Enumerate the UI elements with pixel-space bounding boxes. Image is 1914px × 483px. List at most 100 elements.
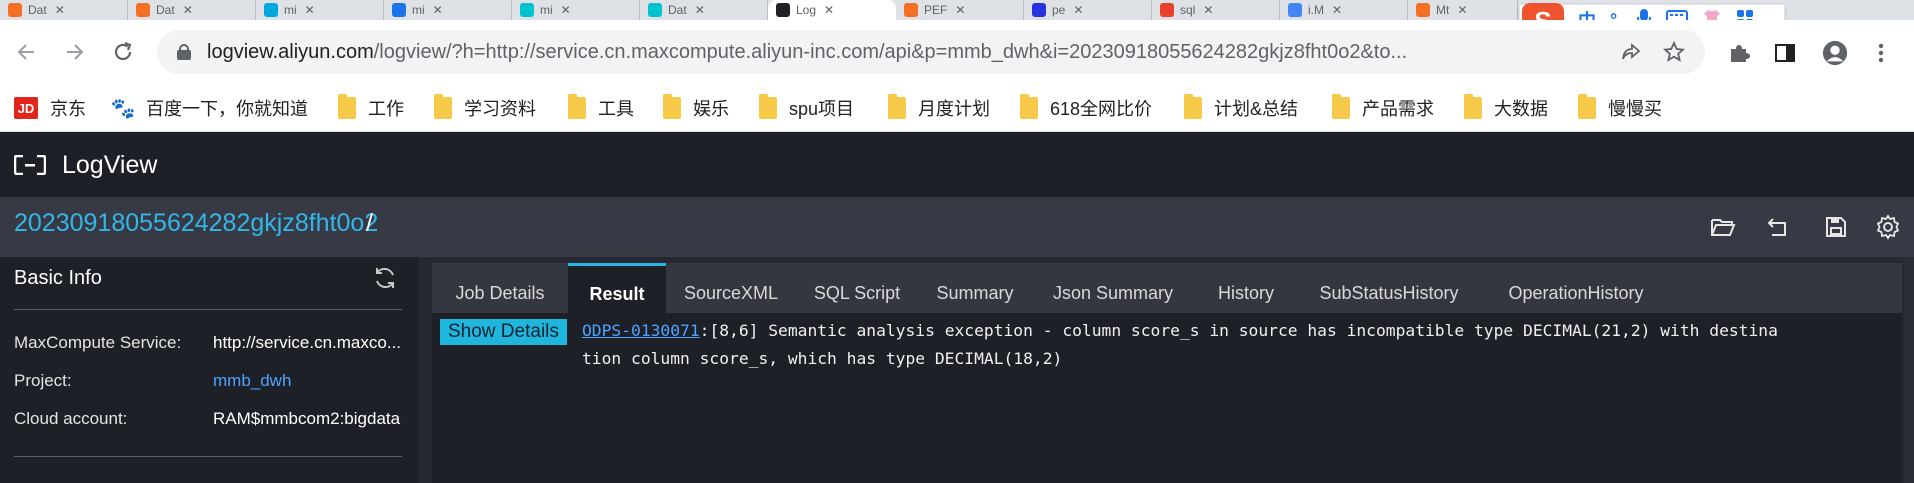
- bookmark-folder[interactable]: 慢慢买: [1578, 94, 1662, 120]
- browser-menu-icon[interactable]: [1868, 40, 1894, 66]
- open-folder-icon[interactable]: [1709, 213, 1737, 241]
- close-icon[interactable]: ✕: [1332, 3, 1342, 17]
- close-icon[interactable]: ✕: [305, 3, 315, 17]
- bookmark-label: 学习资料: [464, 99, 536, 119]
- tab-source-xml[interactable]: SourceXML: [666, 263, 796, 313]
- close-icon[interactable]: ✕: [824, 3, 834, 17]
- detail-tabs: Job Details Result SourceXML SQL Script …: [432, 263, 1902, 313]
- error-code-link[interactable]: ODPS-0130071: [582, 321, 700, 340]
- reload-icon[interactable]: [111, 40, 135, 64]
- undo-icon[interactable]: [1764, 213, 1792, 241]
- close-icon[interactable]: ✕: [1203, 3, 1213, 17]
- folder-icon: [1184, 94, 1202, 119]
- tab-operation-history[interactable]: OperationHistory: [1480, 263, 1672, 313]
- side-panel-icon[interactable]: [1772, 40, 1798, 66]
- bookmark-folder[interactable]: 工具: [568, 94, 634, 120]
- browser-tab[interactable]: mi ✕: [256, 0, 384, 20]
- bookmark-label: spu项目: [789, 99, 855, 119]
- share-icon[interactable]: [1619, 40, 1643, 64]
- refresh-icon[interactable]: [372, 265, 398, 291]
- bookmark-label: 百度一下，你就知道: [146, 99, 308, 119]
- close-icon[interactable]: ✕: [183, 3, 193, 17]
- tab-title: mi: [412, 3, 425, 17]
- settings-gear-icon[interactable]: [1874, 213, 1902, 241]
- forward-arrow-icon[interactable]: [63, 40, 87, 64]
- result-content: Show Details ODPS-0130071:[8,6] Semantic…: [432, 313, 1902, 483]
- job-id-bar: 20230918055624282gkjz8fht0o2 /: [0, 197, 1914, 257]
- bookmark-folder[interactable]: 618全网比价: [1020, 94, 1152, 120]
- browser-tab[interactable]: mi ✕: [384, 0, 512, 20]
- bookmark-folder[interactable]: 学习资料: [434, 94, 536, 120]
- bookmark-jd[interactable]: JD 京东: [14, 96, 86, 120]
- bookmark-label: 工作: [368, 99, 404, 119]
- bookmark-folder[interactable]: 计划&总结: [1184, 94, 1298, 120]
- tab-sub-status-history[interactable]: SubStatusHistory: [1298, 263, 1480, 313]
- back-arrow-icon[interactable]: [14, 40, 38, 64]
- tab-favicon-icon: [392, 3, 406, 17]
- browser-tab[interactable]: Dat ✕: [128, 0, 256, 20]
- tab-summary[interactable]: Summary: [918, 263, 1032, 313]
- folder-icon: [759, 94, 777, 119]
- tab-history[interactable]: History: [1194, 263, 1298, 313]
- tab-sql-script[interactable]: SQL Script: [796, 263, 918, 313]
- maxcompute-service-value: http://service.cn.maxco...: [213, 333, 402, 352]
- error-message: ODPS-0130071:[8,6] Semantic analysis exc…: [582, 317, 1902, 373]
- basic-info-title: Basic Info: [14, 267, 102, 289]
- divider: [14, 456, 402, 457]
- browser-tab[interactable]: PEF ✕: [896, 0, 1024, 20]
- close-icon[interactable]: ✕: [55, 3, 65, 17]
- folder-icon: [338, 94, 356, 119]
- save-icon[interactable]: [1822, 213, 1850, 241]
- close-icon[interactable]: ✕: [955, 3, 965, 17]
- bookmark-folder[interactable]: 大数据: [1464, 94, 1548, 120]
- folder-icon: [1332, 94, 1350, 119]
- bookmark-folder[interactable]: 娱乐: [663, 94, 729, 120]
- show-details-button[interactable]: Show Details: [440, 319, 567, 345]
- address-bar[interactable]: logview.aliyun.com/logview/?h=http://ser…: [157, 30, 1705, 74]
- tab-favicon-icon: [1032, 3, 1046, 17]
- close-icon[interactable]: ✕: [1457, 3, 1467, 17]
- browser-tab[interactable]: mi ✕: [512, 0, 640, 20]
- close-icon[interactable]: ✕: [695, 3, 705, 17]
- close-icon[interactable]: ✕: [561, 3, 571, 17]
- error-text-line-1: :[8,6] Semantic analysis exception - col…: [699, 321, 1778, 340]
- bookmark-folder[interactable]: spu项目: [759, 94, 855, 120]
- tab-json-summary[interactable]: Json Summary: [1032, 263, 1194, 313]
- browser-tab[interactable]: Dat ✕: [0, 0, 128, 20]
- url-host: logview.aliyun.com: [207, 40, 374, 63]
- bookmark-star-icon[interactable]: [1662, 40, 1686, 64]
- bookmark-folder[interactable]: 产品需求: [1332, 94, 1434, 120]
- close-icon[interactable]: ✕: [1073, 3, 1083, 17]
- profile-avatar-icon[interactable]: [1822, 40, 1848, 66]
- browser-tab[interactable]: pe ✕: [1024, 0, 1152, 20]
- tab-job-details[interactable]: Job Details: [432, 263, 568, 313]
- browser-tab[interactable]: Mt ✕: [1408, 0, 1518, 20]
- url-path: /logview/?h=http://service.cn.maxcompute…: [373, 40, 1408, 63]
- browser-tab[interactable]: Dat ✕: [640, 0, 768, 20]
- bookmark-folder[interactable]: 工作: [338, 94, 404, 120]
- tab-title: Dat: [668, 3, 687, 17]
- folder-icon: [1578, 94, 1596, 119]
- lock-icon[interactable]: [177, 44, 191, 60]
- bookmark-label: 产品需求: [1362, 99, 1434, 119]
- bookmark-folder[interactable]: 月度计划: [888, 94, 990, 120]
- browser-tab-active[interactable]: Log ✕: [768, 0, 896, 20]
- tab-favicon-icon: [648, 3, 662, 17]
- scrollbar[interactable]: [1904, 257, 1914, 483]
- project-link[interactable]: mmb_dwh: [213, 371, 413, 391]
- bookmark-baidu[interactable]: 🐾 百度一下，你就知道: [111, 96, 308, 120]
- tab-result[interactable]: Result: [568, 263, 666, 313]
- tab-title: mi: [540, 3, 553, 17]
- tab-favicon-icon: [904, 3, 918, 17]
- job-instance-id-link[interactable]: 20230918055624282gkjz8fht0o2: [14, 209, 378, 238]
- tab-title: sql: [1180, 3, 1196, 17]
- tab-favicon-icon: [1160, 3, 1174, 17]
- bookmark-label: 慢慢买: [1608, 99, 1662, 119]
- browser-tab[interactable]: i.M ✕: [1280, 0, 1408, 20]
- browser-tab[interactable]: sql ✕: [1152, 0, 1280, 20]
- tab-title: Dat: [28, 3, 47, 17]
- extensions-puzzle-icon[interactable]: [1726, 40, 1752, 66]
- tab-title: Log: [796, 3, 817, 17]
- close-icon[interactable]: ✕: [433, 3, 443, 17]
- url-text[interactable]: logview.aliyun.com/logview/?h=http://ser…: [207, 41, 1637, 64]
